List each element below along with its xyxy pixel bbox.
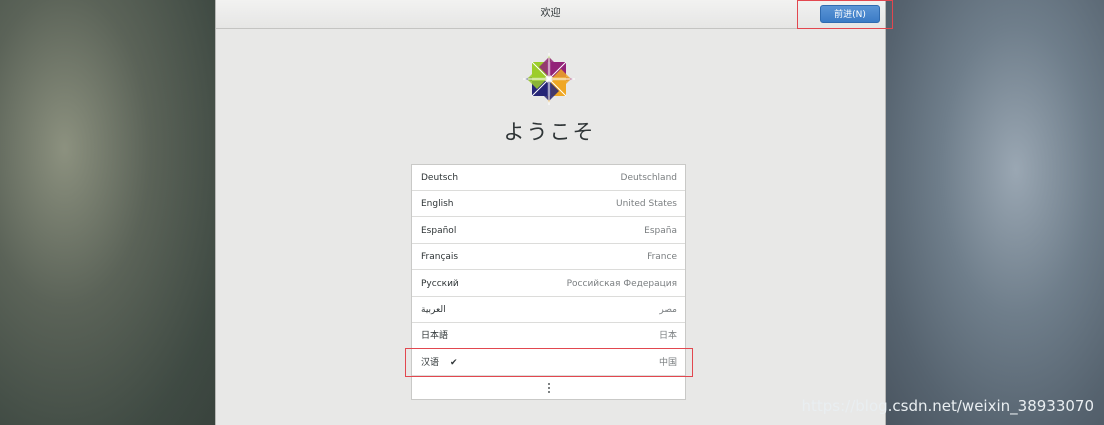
- language-region: Deutschland: [620, 173, 677, 183]
- window-title: 欢迎: [540, 8, 561, 19]
- language-name: العربية: [421, 305, 446, 315]
- language-region: مصر: [659, 305, 677, 315]
- centos-logo: [523, 53, 575, 105]
- desktop-background-right: [884, 0, 1104, 425]
- language-region: United States: [616, 199, 677, 209]
- language-row-english[interactable]: English United States: [412, 191, 685, 217]
- highlight-box-chinese-row: [405, 348, 693, 377]
- more-languages-button[interactable]: [412, 376, 685, 400]
- language-name: Español: [421, 226, 457, 236]
- desktop-background-left: [0, 0, 215, 425]
- language-name: Français: [421, 252, 459, 262]
- welcome-heading: ようこそ: [503, 120, 596, 144]
- language-region: España: [644, 226, 677, 236]
- language-row-arabic[interactable]: العربية مصر: [412, 297, 685, 323]
- language-row-deutsch[interactable]: Deutsch Deutschland: [412, 165, 685, 191]
- language-name: Deutsch: [421, 173, 459, 183]
- language-region: France: [647, 252, 677, 262]
- language-name: 日本語: [421, 331, 449, 341]
- language-name: Русский: [421, 279, 459, 289]
- watermark: https://blog.csdn.net/weixin_38933070: [801, 397, 1094, 415]
- highlight-box-next-button: [797, 0, 893, 29]
- language-row-japanese[interactable]: 日本語 日本: [412, 323, 685, 349]
- language-region: 日本: [658, 331, 677, 341]
- language-row-francais[interactable]: Français France: [412, 244, 685, 270]
- language-row-espanol[interactable]: Español España: [412, 218, 685, 244]
- language-row-russkiy[interactable]: Русский Российская Федерация: [412, 271, 685, 297]
- language-region: Российская Федерация: [566, 279, 677, 289]
- titlebar: 欢迎 前进(N): [216, 0, 885, 29]
- language-name: English: [421, 199, 454, 209]
